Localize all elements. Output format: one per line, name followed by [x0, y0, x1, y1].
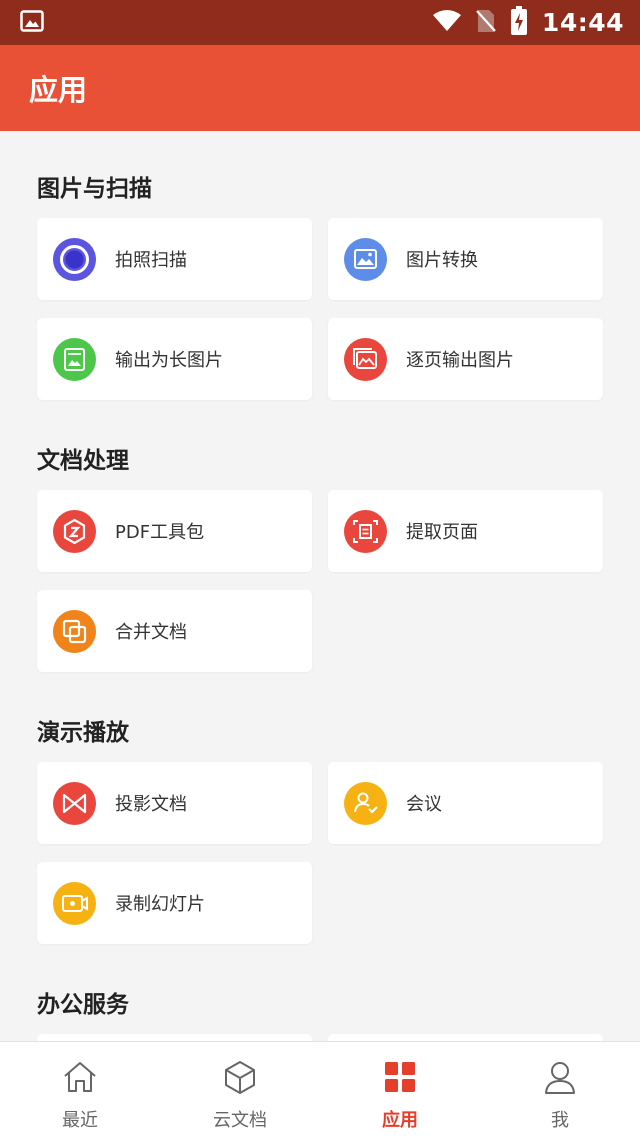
projection-label: 投影文档	[115, 794, 187, 815]
record-slides-icon	[53, 881, 96, 925]
projection-icon	[53, 781, 96, 825]
nav-apps-label: 应用	[382, 1110, 418, 1131]
extract-page-icon	[344, 509, 387, 553]
record-slides-card[interactable]: 录制幻灯片	[37, 862, 312, 944]
extract-page-label: 提取页面	[406, 522, 478, 543]
merge-document-card[interactable]: 合并文档	[37, 590, 312, 672]
bottom-navigation: 最近 云文档 应用 我	[0, 1041, 640, 1138]
nav-cloud-docs[interactable]: 云文档	[160, 1042, 320, 1138]
meeting-icon	[344, 781, 387, 825]
nav-apps[interactable]: 应用	[320, 1042, 480, 1138]
status-bar: 14:44	[0, 0, 640, 45]
pdf-toolkit-label: PDF工具包	[115, 522, 205, 543]
meeting-card[interactable]: 会议	[328, 762, 603, 844]
camera-scan-label: 拍照扫描	[115, 250, 187, 271]
apps-grid-icon	[381, 1058, 419, 1100]
image-convert-label: 图片转换	[406, 250, 478, 271]
section-title-document: 文档处理	[37, 448, 129, 474]
status-time: 14:44	[541, 8, 624, 37]
page-image-card[interactable]: 逐页输出图片	[328, 318, 603, 400]
record-slides-label: 录制幻灯片	[115, 894, 205, 915]
status-icons: 14:44	[432, 5, 624, 40]
office-service-card-1[interactable]	[37, 1034, 312, 1041]
long-image-label: 输出为长图片	[115, 350, 223, 371]
no-sim-icon	[476, 8, 496, 38]
person-icon	[541, 1058, 579, 1100]
battery-charging-icon	[510, 5, 528, 40]
page-image-label: 逐页输出图片	[406, 350, 514, 371]
section-title-presentation: 演示播放	[37, 720, 129, 746]
image-convert-icon	[344, 237, 387, 281]
nav-recent[interactable]: 最近	[0, 1042, 160, 1138]
section-title-image-scan: 图片与扫描	[37, 176, 152, 202]
pdf-toolkit-card[interactable]: PDF工具包	[37, 490, 312, 572]
office-service-card-2[interactable]	[328, 1034, 603, 1041]
pdf-toolkit-icon	[53, 509, 96, 553]
page-image-icon	[344, 337, 387, 381]
long-image-icon	[53, 337, 96, 381]
image-icon	[20, 9, 44, 36]
nav-me-label: 我	[551, 1110, 569, 1131]
meeting-label: 会议	[406, 794, 442, 815]
app-bar: 应用	[0, 45, 640, 131]
home-icon	[61, 1058, 99, 1100]
wifi-icon	[432, 9, 462, 37]
projection-card[interactable]: 投影文档	[37, 762, 312, 844]
page-title: 应用	[29, 73, 88, 107]
extract-page-card[interactable]: 提取页面	[328, 490, 603, 572]
merge-document-label: 合并文档	[115, 622, 187, 643]
camera-scan-icon	[53, 237, 96, 281]
merge-document-icon	[53, 609, 96, 653]
nav-cloud-docs-label: 云文档	[213, 1110, 267, 1131]
cube-icon	[221, 1058, 259, 1100]
image-convert-card[interactable]: 图片转换	[328, 218, 603, 300]
section-title-office-services: 办公服务	[37, 992, 129, 1018]
long-image-card[interactable]: 输出为长图片	[37, 318, 312, 400]
apps-content[interactable]: 图片与扫描 拍照扫描 图片转换 输出为长图片 逐页输出图片 文档处理 PDF工具…	[0, 131, 640, 1041]
camera-scan-card[interactable]: 拍照扫描	[37, 218, 312, 300]
nav-recent-label: 最近	[62, 1110, 98, 1131]
nav-me[interactable]: 我	[480, 1042, 640, 1138]
